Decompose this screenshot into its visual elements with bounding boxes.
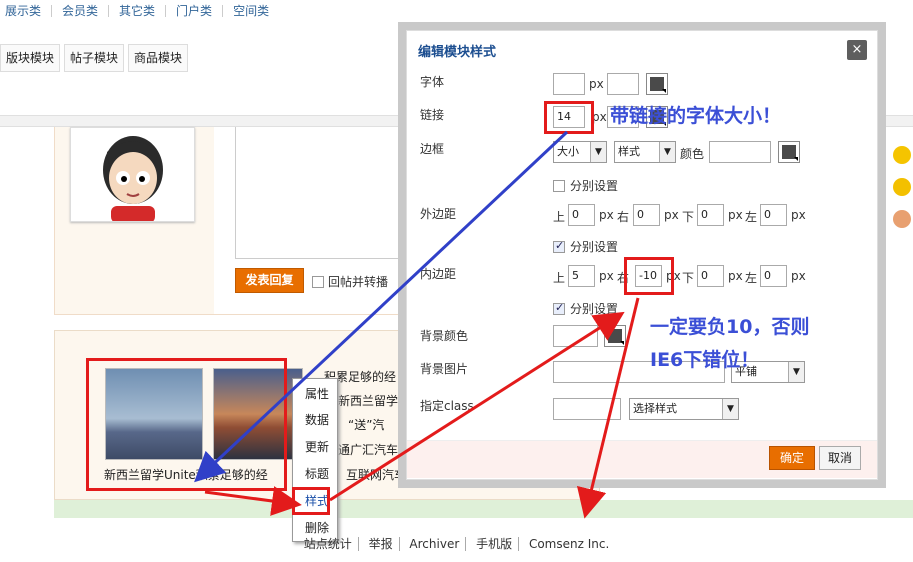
annotation-padding-1: 一定要负10，否则	[650, 316, 810, 338]
annotation-padding-2: IE6下错位！	[650, 349, 760, 371]
annotation-arrows	[194, 130, 640, 519]
blue-arrow	[194, 130, 569, 483]
annotation-link-size: 带链接的字体大小！	[610, 105, 782, 127]
red-arrow-to-style	[204, 486, 302, 516]
red-arrow-to-bg	[329, 311, 625, 502]
